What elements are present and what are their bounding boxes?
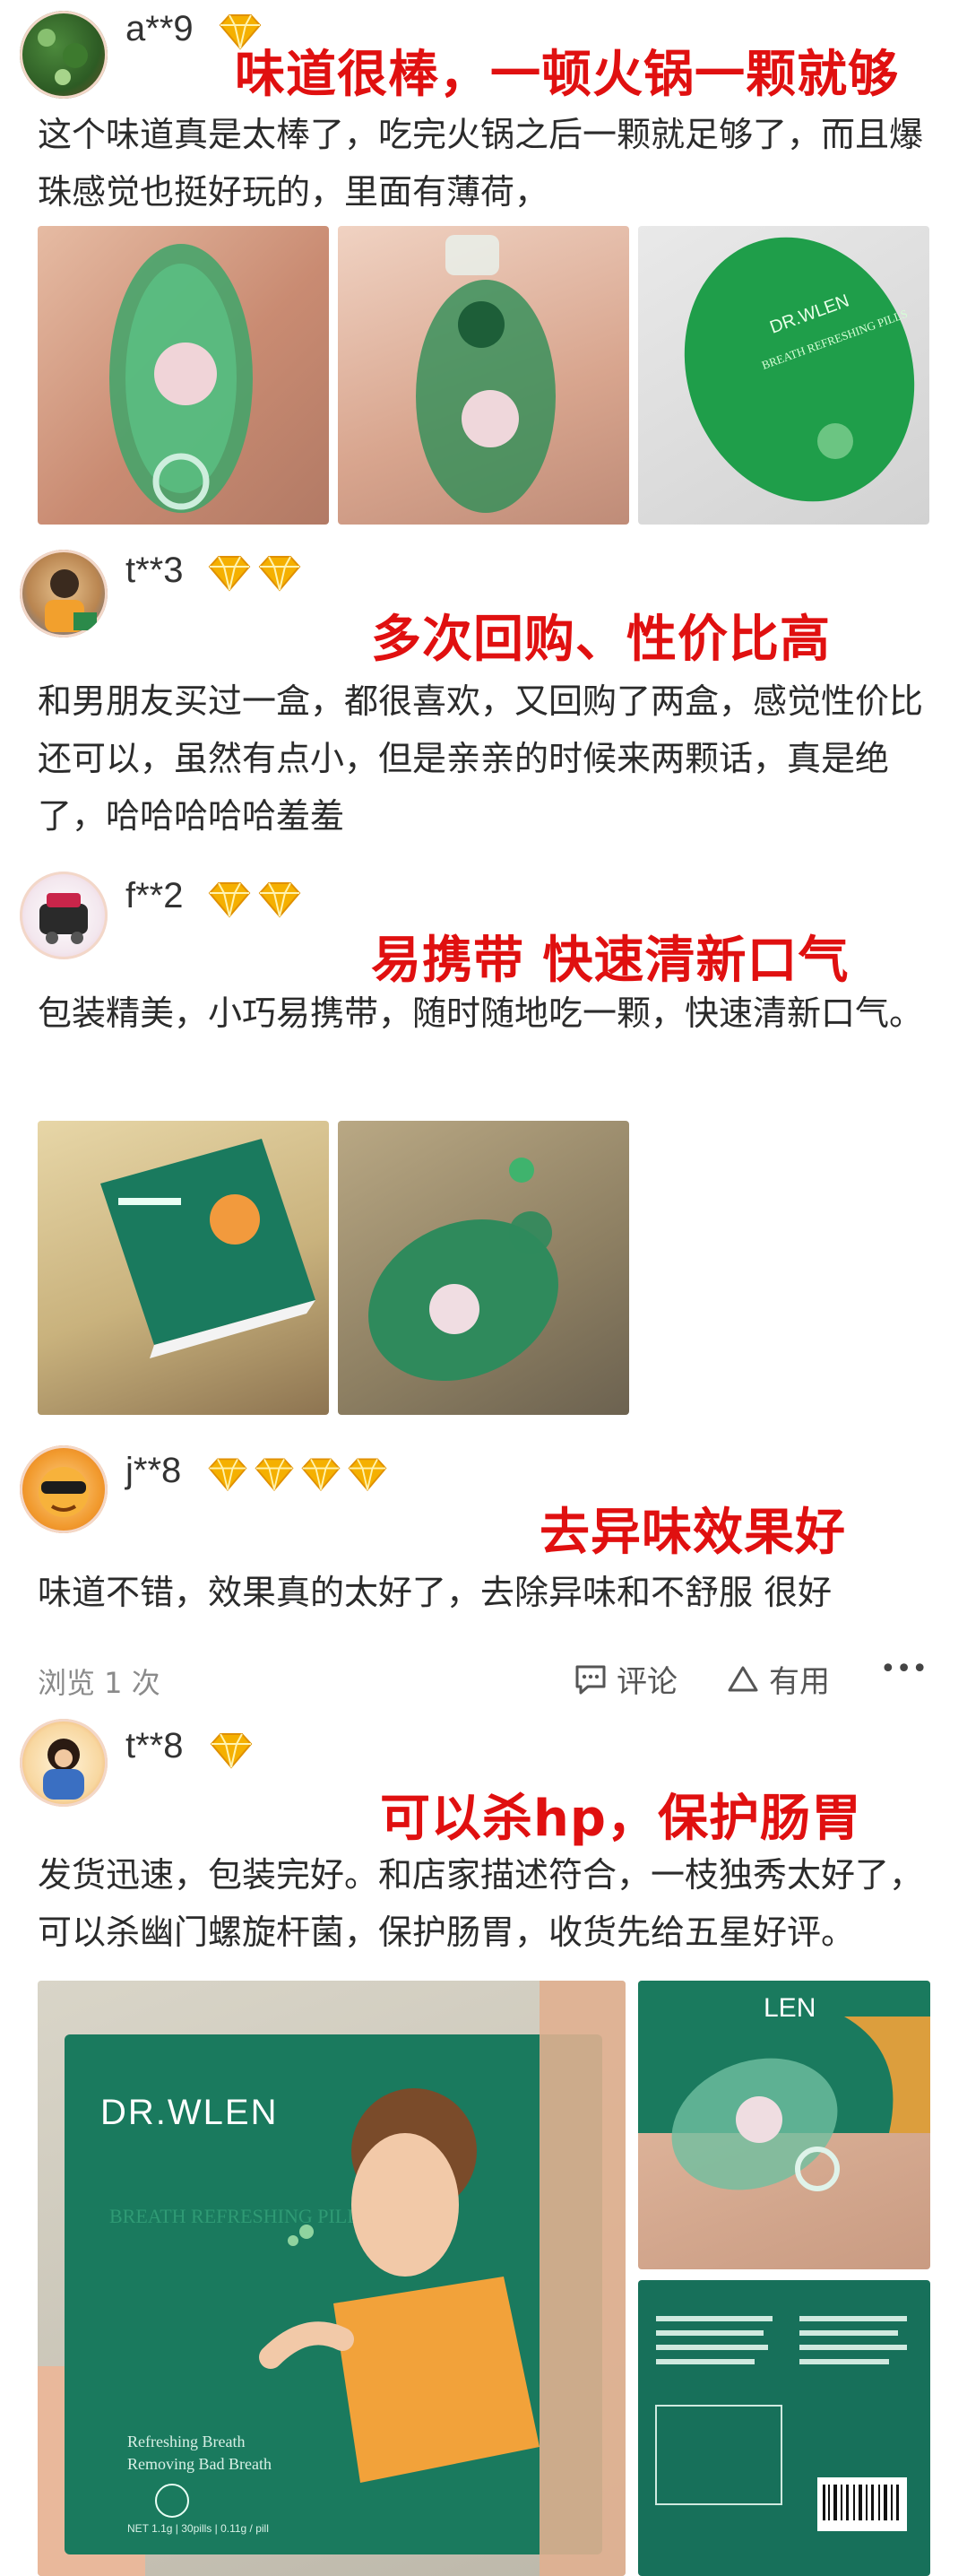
member-diamonds — [206, 554, 303, 592]
thumbs-up-icon — [728, 1666, 758, 1691]
box-top-text: LEN — [764, 1993, 816, 2023]
box-title: BREATH REFRESHING PILLS — [109, 2205, 370, 2227]
review-text: 发货迅速，包装完好。和店家描述符合，一枝独秀太好了，可以杀幽门螺旋杆菌，保护肠胃… — [38, 1855, 924, 1952]
diamond-icon — [258, 556, 301, 592]
review-text: 和男朋友买过一盒，都很喜欢，又回购了两盒，感觉性价比还可以，虽然有点小，但是亲亲… — [38, 681, 924, 836]
review-text: 这个味道真是太棒了，吃完火锅之后一颗就足够了，而且爆珠感觉也挺好玩的，里面有薄荷… — [38, 115, 924, 212]
username[interactable]: a**9 — [125, 9, 194, 49]
diamond-icon — [301, 1458, 341, 1491]
username[interactable]: f**2 — [125, 876, 184, 916]
useful-button[interactable]: 有用 — [726, 1657, 830, 1701]
member-diamonds — [206, 880, 303, 918]
diamond-icon — [208, 556, 251, 592]
diamond-icon — [348, 1458, 387, 1491]
review-photo-2[interactable] — [338, 1121, 629, 1415]
username[interactable]: t**8 — [125, 1726, 184, 1766]
member-diamonds — [208, 1731, 255, 1769]
comment-button[interactable]: 评论 — [574, 1657, 678, 1701]
diamond-icon — [258, 882, 301, 918]
diamond-icon — [255, 1458, 294, 1491]
more-options-button[interactable]: ••• — [880, 1653, 928, 1685]
view-count: 浏览 1 次 — [38, 1666, 160, 1700]
review-photo-1[interactable] — [38, 226, 329, 525]
member-diamonds — [206, 1456, 389, 1492]
box-sub-2: Removing Bad Breath — [127, 2455, 272, 2473]
review-photo-1[interactable]: DR.WLEN BREATH REFRESHING PILLS Refreshi… — [38, 1981, 626, 2576]
box-sub-1: Refreshing Breath — [127, 2433, 245, 2450]
review-photo-3[interactable]: DR.WLEN BREATH REFRESHING PILLS — [638, 226, 929, 525]
review-headline: 可以杀hp，保护肠胃 — [380, 1790, 862, 1848]
avatar[interactable] — [20, 1719, 108, 1807]
avatar[interactable] — [20, 1445, 108, 1533]
review-photo-3[interactable] — [638, 2280, 930, 2576]
review-photo-1[interactable] — [38, 1121, 329, 1415]
diamond-icon — [210, 1733, 253, 1769]
review-photo-2[interactable] — [338, 226, 629, 525]
avatar[interactable] — [20, 550, 108, 637]
review-headline: 易携带 快速清新口气 — [371, 932, 850, 990]
username[interactable]: t**3 — [125, 551, 184, 591]
box-brand: DR.WLEN — [100, 2093, 278, 2132]
diamond-icon — [208, 1458, 247, 1491]
useful-label: 有用 — [769, 1664, 830, 1700]
avatar[interactable] — [20, 872, 108, 959]
review-headline: 多次回购、性价比高 — [371, 611, 831, 669]
review-text: 味道不错，效果真的太好了，去除异味和不舒服 很好 — [38, 1573, 833, 1612]
review-headline: 去异味效果好 — [540, 1504, 846, 1562]
review-text: 包装精美，小巧易携带，随时随地吃一颗，快速清新口气。 — [38, 993, 924, 1033]
comment-label: 评论 — [617, 1664, 678, 1700]
review-photo-2[interactable]: LEN — [638, 1981, 930, 2269]
box-net: NET 1.1g | 30pills | 0.11g / pill — [127, 2522, 269, 2535]
comment-icon — [575, 1665, 606, 1694]
review-headline: 味道很棒，一顿火锅一颗就够 — [235, 46, 899, 104]
username[interactable]: j**8 — [125, 1451, 181, 1491]
avatar[interactable] — [20, 11, 108, 99]
diamond-icon — [208, 882, 251, 918]
